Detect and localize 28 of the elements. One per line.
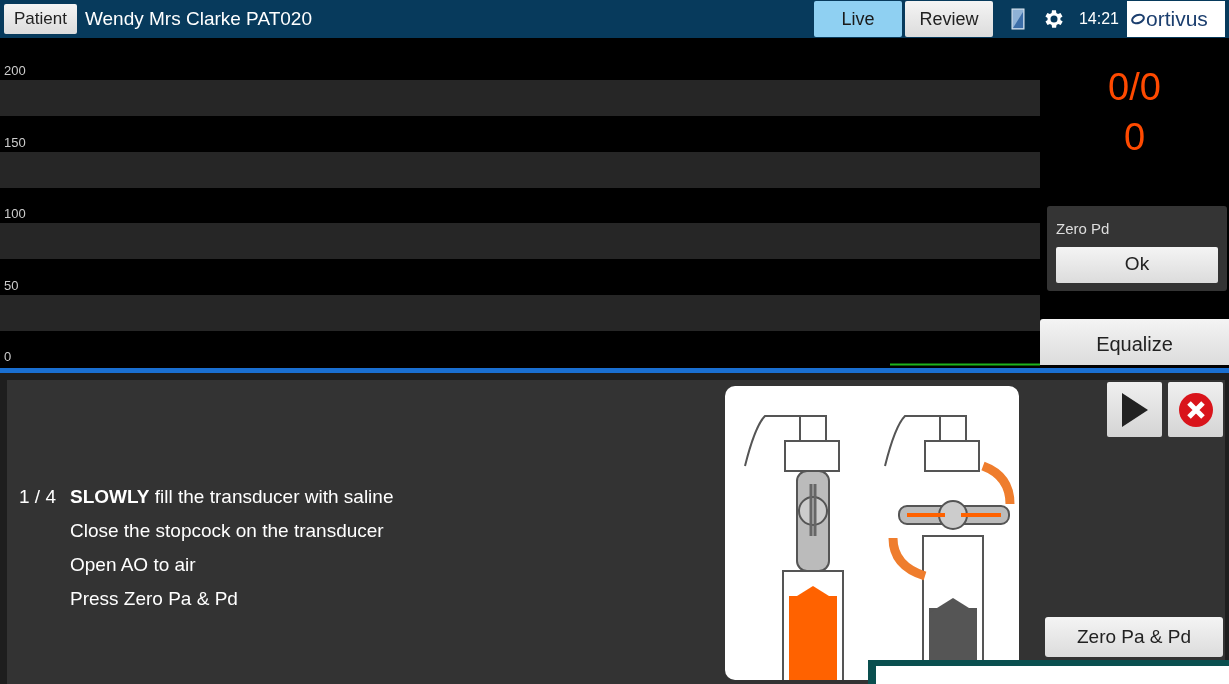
axis-label: 100 (4, 207, 26, 220)
pressure-ratio: 0/0 (1108, 68, 1161, 106)
axis-label: 50 (4, 278, 19, 292)
zero-pa-pd-button[interactable]: Zero Pa & Pd (1045, 617, 1223, 657)
instruction-line: Press Zero Pa & Pd (70, 587, 239, 611)
view-tab[interactable]: Live (813, 1, 902, 37)
play-button[interactable] (1107, 382, 1162, 437)
pressure-value: 0 (1123, 118, 1146, 156)
axis-label: 200 (4, 64, 26, 77)
instruction-line: Close the stopcock on the transducer (70, 519, 385, 543)
step-counter: 1 / 4 (19, 485, 56, 509)
tablet-icon (1010, 8, 1025, 30)
logo: ortivus (1127, 1, 1225, 37)
panel-title: Zero Pd (1056, 219, 1111, 239)
close-icon (1177, 391, 1214, 428)
close-button[interactable] (1168, 382, 1223, 437)
equalize-button[interactable]: Equalize (1040, 318, 1229, 365)
logo-icon (1131, 12, 1145, 26)
instruction-line: Open AO to air (70, 553, 197, 577)
axis-label: 150 (4, 135, 26, 149)
patient-button[interactable]: Patient (4, 4, 77, 34)
instruction-line: SLOWLY fill the transducer with saline (70, 485, 394, 509)
axis-label: 0 (4, 350, 12, 363)
clock-time: 14:21 (1078, 9, 1119, 29)
patient-name: Wendy Mrs Clarke PAT020 (84, 6, 312, 31)
play-icon (1121, 392, 1148, 427)
view-tab[interactable]: Review (904, 1, 993, 37)
ok-button[interactable]: Ok (1056, 246, 1218, 283)
